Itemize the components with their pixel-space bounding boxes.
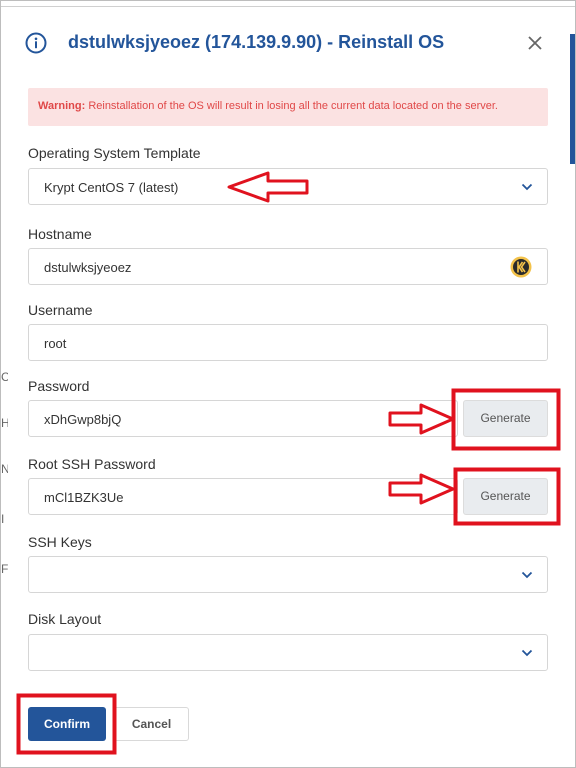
warning-prefix: Warning: xyxy=(38,100,86,112)
password-input[interactable]: xDhGwp8bjQ xyxy=(28,400,458,437)
cancel-button[interactable]: Cancel xyxy=(114,707,189,741)
info-icon xyxy=(25,32,47,54)
modal-header: dstulwksjyeoez (174.139.9.90) - Reinstal… xyxy=(8,8,568,78)
ssh-keys-select[interactable] xyxy=(28,556,548,593)
root-ssh-password-value: mCl1BZK3Ue xyxy=(44,490,124,505)
modal-title: dstulwksjyeoez (174.139.9.90) - Reinstal… xyxy=(68,32,445,52)
generate-root-ssh-password-button[interactable]: Generate xyxy=(463,478,548,515)
reinstall-os-modal: dstulwksjyeoez (174.139.9.90) - Reinstal… xyxy=(8,8,568,766)
warning-banner: Warning: Reinstallation of the OS will r… xyxy=(28,88,548,126)
ssh-keys-label: SSH Keys xyxy=(28,534,92,550)
username-value: root xyxy=(44,336,67,351)
generate-password-button[interactable]: Generate xyxy=(463,400,548,437)
hostname-value: dstulwksjyeoez xyxy=(44,260,132,275)
close-icon[interactable] xyxy=(526,34,544,52)
background-divider xyxy=(0,6,576,7)
chevron-down-icon xyxy=(521,183,533,191)
hostname-input[interactable]: dstulwksjyeoez xyxy=(28,248,548,285)
disk-layout-label: Disk Layout xyxy=(28,611,102,627)
disk-layout-select[interactable] xyxy=(28,634,548,671)
username-input[interactable]: root xyxy=(28,324,548,361)
os-template-label: Operating System Template xyxy=(28,145,201,161)
root-ssh-password-label: Root SSH Password xyxy=(28,456,156,472)
warning-text: Reinstallation of the OS will result in … xyxy=(88,100,498,112)
root-ssh-password-input[interactable]: mCl1BZK3Ue xyxy=(28,478,458,515)
username-label: Username xyxy=(28,302,93,318)
chevron-down-icon xyxy=(521,571,533,579)
chevron-down-icon xyxy=(521,649,533,657)
os-template-value: Krypt CentOS 7 (latest) xyxy=(44,180,179,195)
password-label: Password xyxy=(28,378,90,394)
confirm-button[interactable]: Confirm xyxy=(28,707,106,741)
keeper-icon[interactable] xyxy=(510,256,532,278)
os-template-select[interactable]: Krypt CentOS 7 (latest) xyxy=(28,168,548,205)
hostname-label: Hostname xyxy=(28,226,92,242)
background-header-strip xyxy=(570,34,576,164)
password-value: xDhGwp8bjQ xyxy=(44,412,122,427)
